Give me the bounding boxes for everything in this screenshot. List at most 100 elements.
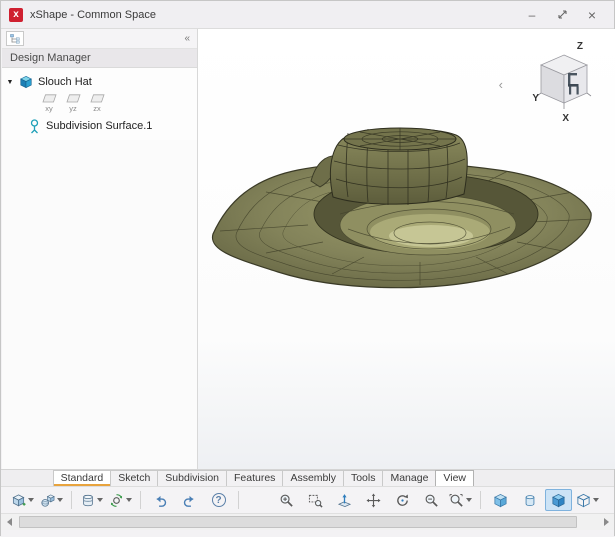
- tab-subdivision[interactable]: Subdivision: [157, 470, 227, 486]
- tab-features[interactable]: Features: [226, 470, 283, 486]
- expander-icon[interactable]: ▼: [2, 79, 18, 86]
- tab-sketch[interactable]: Sketch: [110, 470, 158, 486]
- panel-header: Design Manager: [2, 49, 197, 68]
- iso-view-icon: [493, 493, 508, 508]
- rotate-button[interactable]: [389, 489, 416, 511]
- toolbar-separator: [140, 491, 141, 509]
- shaded-view-icon: [551, 493, 566, 508]
- action-bar-tabs: Standard Sketch Subdivision Features Ass…: [1, 469, 614, 486]
- tree-view-button[interactable]: [6, 31, 24, 46]
- shaded-view-button[interactable]: [545, 489, 572, 511]
- panel-minibar: «: [2, 29, 197, 49]
- dropdown-caret: [593, 498, 599, 502]
- insert-box-button[interactable]: [9, 489, 36, 511]
- scroll-thumb[interactable]: [19, 516, 577, 528]
- insert-box-icon: [11, 493, 26, 508]
- dropdown-caret: [466, 498, 472, 502]
- axis-y-label: Y: [532, 93, 539, 104]
- iso-view-button[interactable]: [487, 489, 514, 511]
- scroll-left-button[interactable]: [1, 514, 17, 530]
- zoom-box-icon: [308, 493, 323, 508]
- pan-icon: [366, 493, 381, 508]
- plane-label: xy: [45, 104, 53, 113]
- zoom-fit-button[interactable]: [447, 489, 474, 511]
- view-mode-button[interactable]: [574, 489, 601, 511]
- zoom-out-icon: [424, 493, 439, 508]
- database-button[interactable]: [78, 489, 105, 511]
- window-controls: – ×: [524, 7, 606, 23]
- plane-icon: [66, 94, 81, 103]
- tree-surface-row[interactable]: Subdivision Surface.1: [2, 116, 197, 136]
- tab-assembly[interactable]: Assembly: [282, 470, 344, 486]
- pan-button[interactable]: [360, 489, 387, 511]
- tab-view[interactable]: View: [435, 470, 474, 486]
- help-icon: ?: [212, 493, 226, 507]
- dropdown-caret: [28, 498, 34, 502]
- restore-button[interactable]: [554, 7, 570, 23]
- plane-xy[interactable]: xy: [40, 94, 58, 113]
- sync-settings-button[interactable]: [107, 489, 134, 511]
- viewport-3d[interactable]: Z Y X ‹: [198, 29, 615, 469]
- design-manager-panel: « Design Manager ▼ Slouch Hat xy: [2, 29, 198, 469]
- axis-x-label: X: [562, 113, 569, 124]
- tree-root-row[interactable]: ▼ Slouch Hat: [2, 72, 197, 92]
- plane-zx[interactable]: zx: [88, 94, 106, 113]
- sync-settings-icon: [109, 493, 124, 508]
- part-icon: [18, 75, 34, 89]
- dropdown-caret: [57, 498, 63, 502]
- restore-icon: [557, 9, 568, 20]
- panel-collapse-button[interactable]: «: [181, 33, 193, 44]
- zoom-in-button[interactable]: [273, 489, 300, 511]
- redo-button[interactable]: [176, 489, 203, 511]
- insert-shapes-icon: [40, 493, 55, 508]
- insert-shapes-button[interactable]: [38, 489, 65, 511]
- planes-row: xy yz zx: [2, 92, 197, 116]
- zoom-box-button[interactable]: [302, 489, 329, 511]
- rotate-icon: [395, 493, 410, 508]
- tree-surface-label: Subdivision Surface.1: [46, 120, 152, 132]
- cylinder-view-icon: [523, 493, 537, 508]
- window-title: xShape - Common Space: [30, 9, 156, 21]
- undo-button[interactable]: [147, 489, 174, 511]
- plane-label: zx: [93, 104, 101, 113]
- plane-label: yz: [69, 104, 77, 113]
- title-bar: x xShape - Common Space – ×: [1, 1, 614, 29]
- undo-icon: [153, 493, 168, 508]
- navcube-back-arrow[interactable]: ‹: [499, 77, 503, 92]
- scroll-left-icon: [7, 518, 12, 526]
- navigation-cube[interactable]: [535, 51, 593, 113]
- panel-header-label: Design Manager: [10, 52, 91, 64]
- design-tree: ▼ Slouch Hat xy yz: [2, 68, 197, 140]
- zoom-in-icon: [279, 493, 294, 508]
- help-button[interactable]: ?: [205, 489, 232, 511]
- view-mode-icon: [576, 493, 591, 508]
- zoom-fit-icon: [449, 493, 464, 508]
- minimize-button[interactable]: –: [524, 7, 540, 23]
- zoom-out-button[interactable]: [418, 489, 445, 511]
- tab-manage[interactable]: Manage: [382, 470, 436, 486]
- plane-icon: [42, 94, 57, 103]
- horizontal-scrollbar[interactable]: [1, 513, 614, 530]
- close-button[interactable]: ×: [584, 7, 600, 23]
- normal-to-button[interactable]: [331, 489, 358, 511]
- plane-yz[interactable]: yz: [64, 94, 82, 113]
- dropdown-caret: [97, 498, 103, 502]
- scroll-right-icon: [604, 518, 609, 526]
- axis-z-label: Z: [577, 41, 583, 52]
- tab-standard[interactable]: Standard: [53, 470, 112, 486]
- tab-tools[interactable]: Tools: [343, 470, 384, 486]
- redo-icon: [182, 493, 197, 508]
- scroll-right-button[interactable]: [598, 514, 614, 530]
- database-icon: [81, 493, 95, 508]
- cylinder-view-button[interactable]: [516, 489, 543, 511]
- plane-icon: [90, 94, 105, 103]
- subdivision-surface-icon: [26, 119, 42, 133]
- toolbar-separator: [71, 491, 72, 509]
- app-icon: x: [9, 8, 23, 22]
- bottom-toolbar: ?: [1, 486, 614, 513]
- dropdown-caret: [126, 498, 132, 502]
- tree-root-label: Slouch Hat: [38, 76, 92, 88]
- tree-view-icon: [10, 34, 21, 44]
- scroll-track[interactable]: [17, 514, 598, 530]
- toolbar-separator: [480, 491, 481, 509]
